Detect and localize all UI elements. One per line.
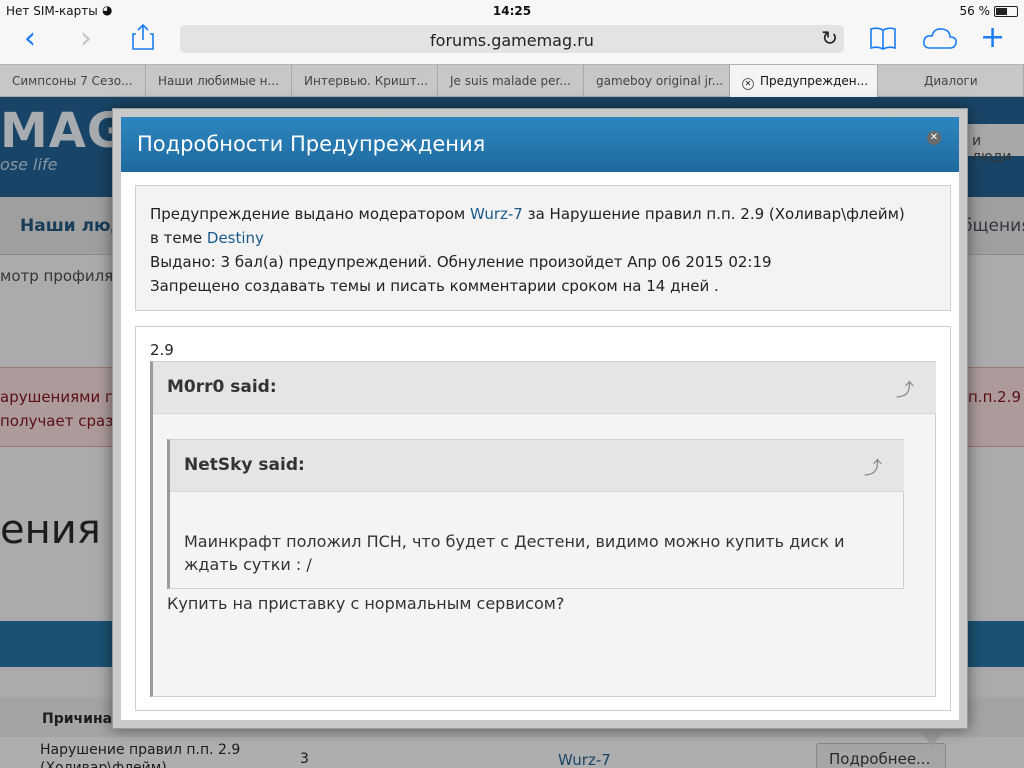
battery-fill [996,8,1007,15]
clock: 14:25 [492,4,532,18]
reply-text: Купить на приставку с нормальным сервисо… [167,594,565,613]
modal-body: Подробности Предупреждения ✕ Предупрежде… [121,117,959,720]
tab-label: Симпсоны 7 Сезо... [12,74,133,88]
tab-4[interactable]: Je suis malade per... [438,65,584,97]
quote-author: M0rr0 said: [167,377,277,397]
tab-6-active[interactable]: ✕ Предупрежден... [730,65,878,97]
address-bar[interactable]: forums.gamemag.ru ↻ [180,25,844,53]
warning-info: Предупреждение выдано модератором Wurz-7… [135,185,951,311]
issued-line: Предупреждение выдано модератором Wurz-7… [150,202,936,226]
points-line: Выдано: 3 бал(а) предупреждений. Обнулен… [150,253,772,271]
tab-3[interactable]: Интервью. Кришт... [292,65,438,97]
tab-label: Интервью. Кришт... [304,74,429,88]
quote-author: NetSky said: [184,455,305,475]
book-icon[interactable] [870,26,896,56]
tab-5[interactable]: gameboy original jr... [584,65,730,97]
close-tab-icon[interactable]: ✕ [742,78,754,90]
battery-icon [994,6,1018,17]
popup-pointer [920,732,944,746]
tab-label: Предупрежден... [760,74,869,88]
modal-header: Подробности Предупреждения ✕ [121,117,959,172]
quote-arrow-icon[interactable]: ⤴ [864,454,882,480]
reload-icon[interactable]: ↻ [821,26,838,50]
message-value: 2.9 [150,341,174,359]
url-text: forums.gamemag.ru [430,31,594,50]
tab-label: Диалоги [924,74,978,88]
quote-text: Маинкрафт положил ПСН, что будет с Десте… [184,532,845,574]
battery-percent: 56 % [959,4,991,18]
quote-header: NetSky said: ⤴ [170,440,904,492]
tab-label: Наши любимые н... [158,74,279,88]
status-bar: Нет SIM-карты ◕ 14:25 56 % [0,0,1024,22]
quote-arrow-icon[interactable]: ⤴ [896,376,914,402]
share-icon[interactable] [132,23,154,59]
tab-label: gameboy original jr... [596,74,724,88]
quote-inner: NetSky said: ⤴ Маинкрафт положил ПСН, чт… [167,439,904,589]
chevron-left-icon[interactable]: ‹ [24,24,36,54]
plus-icon[interactable]: + [980,23,1005,53]
tab-7[interactable]: Диалоги [878,65,1024,97]
quote-header: M0rr0 said: ⤴ [153,362,936,414]
browser-toolbar: ‹ › forums.gamemag.ru ↻ + [0,22,1024,64]
chevron-right-icon[interactable]: › [80,24,92,54]
topic-link[interactable]: Destiny [207,229,264,247]
ban-line: Запрещено создавать темы и писать коммен… [150,277,719,295]
modal-title: Подробности Предупреждения [137,132,486,156]
topic-line: в теме Destiny [150,226,936,250]
close-icon[interactable]: ✕ [927,131,941,145]
issued-reason: за Нарушение правил п.п. 2.9 (Холивар\фл… [527,205,905,223]
warning-details-modal: Подробности Предупреждения ✕ Предупрежде… [112,108,968,729]
tab-label: Je suis malade per... [450,74,571,88]
moderator-link[interactable]: Wurz-7 [470,205,523,223]
message-box: 2.9 M0rr0 said: ⤴ NetSky said: ⤴ Маинкра… [135,326,951,711]
quote-outer: M0rr0 said: ⤴ NetSky said: ⤴ Маинкрафт п… [150,361,936,697]
cloud-icon[interactable] [922,26,958,56]
issued-prefix: Предупреждение выдано модератором [150,205,466,223]
tab-strip: Симпсоны 7 Сезо... Наши любимые н... Инт… [0,64,1024,97]
tab-2[interactable]: Наши любимые н... [146,65,292,97]
topic-prefix: в теме [150,229,203,247]
tab-1[interactable]: Симпсоны 7 Сезо... [0,65,146,97]
